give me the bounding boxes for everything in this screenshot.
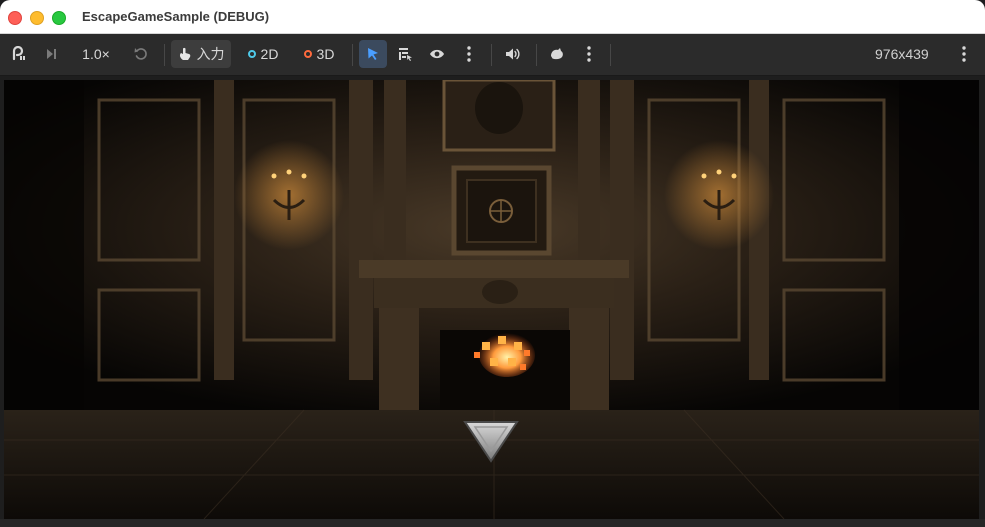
app-window: EscapeGameSample (DEBUG) 1.0× 入力 2D 3D 9… (0, 0, 985, 527)
eye-icon (430, 49, 444, 59)
game-scene[interactable] (4, 80, 979, 519)
audio-toggle-button[interactable] (500, 40, 526, 68)
toolbar-separator (491, 44, 492, 66)
dart-devtools-icon (551, 48, 563, 60)
speaker-icon (506, 48, 520, 60)
speed-label: 1.0× (82, 46, 110, 62)
window-bottom-border (0, 519, 985, 527)
mode-3d-button[interactable]: 3D (296, 40, 342, 68)
debug-more-button[interactable] (580, 40, 598, 68)
step-forward-icon (47, 49, 56, 59)
more-vertical-icon (962, 46, 966, 62)
ring-2d-icon (247, 50, 256, 58)
mode-2d-label: 2D (260, 46, 279, 62)
reset-button[interactable] (130, 40, 152, 68)
inspector-button[interactable] (393, 40, 417, 68)
inspect-tree-icon (399, 48, 412, 61)
step-frame-button[interactable] (40, 40, 62, 68)
maximize-window-button[interactable] (52, 11, 66, 25)
toolbar-separator (352, 44, 353, 66)
pause-control-button[interactable] (8, 40, 30, 68)
mode-2d-button[interactable]: 2D (240, 40, 286, 68)
close-window-button[interactable] (8, 11, 22, 25)
tools-more-button[interactable] (460, 40, 478, 68)
speed-selector[interactable]: 1.0× (74, 40, 118, 68)
title-bar: EscapeGameSample (DEBUG) (0, 0, 985, 34)
cursor-arrow-icon (368, 48, 378, 60)
toolbar-separator (610, 44, 611, 66)
select-tool-button[interactable] (359, 40, 387, 68)
input-toggle-button[interactable]: 入力 (171, 40, 231, 68)
mode-3d-label: 3D (316, 46, 335, 62)
toolbar-separator (536, 44, 537, 66)
remote-debug-button[interactable] (544, 40, 570, 68)
debug-toolbar: 1.0× 入力 2D 3D 976x439 (0, 34, 985, 76)
minimize-window-button[interactable] (30, 11, 44, 25)
resolution-readout: 976x439 (875, 46, 929, 62)
pause-spiral-icon (12, 46, 25, 61)
reset-icon (134, 48, 147, 60)
visibility-button[interactable] (425, 40, 449, 68)
more-vertical-icon (587, 46, 591, 62)
touch-hand-icon (179, 47, 190, 60)
game-viewport[interactable] (4, 80, 979, 519)
input-label: 入力 (196, 46, 225, 62)
more-vertical-icon (467, 46, 471, 62)
toolbar-separator (164, 44, 165, 66)
window-more-button[interactable] (955, 40, 973, 68)
ring-3d-icon (303, 50, 312, 58)
window-title: EscapeGameSample (DEBUG) (82, 9, 270, 24)
